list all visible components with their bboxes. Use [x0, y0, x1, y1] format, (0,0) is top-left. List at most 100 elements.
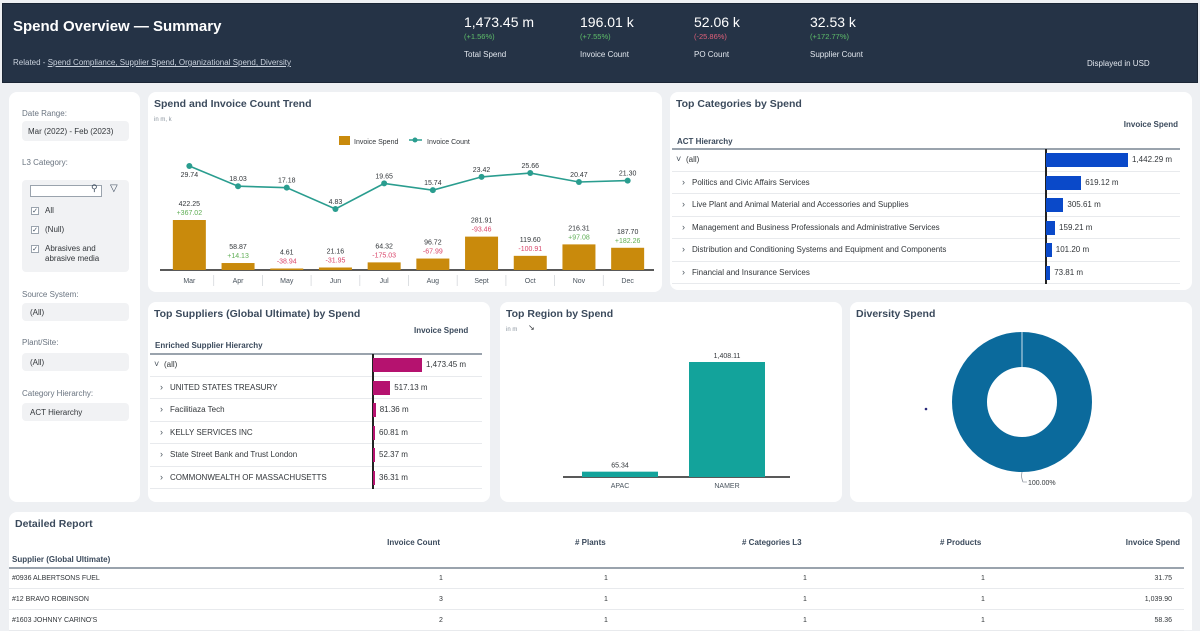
chevron-right-icon[interactable]: ›: [160, 472, 163, 482]
checkbox-checked-icon[interactable]: ✓: [31, 245, 39, 253]
value-bar[interactable]: [373, 403, 376, 418]
region-bar[interactable]: [689, 362, 765, 477]
count-point[interactable]: [332, 206, 339, 212]
value-bar[interactable]: [373, 380, 391, 395]
col-plants[interactable]: # Plants: [575, 538, 606, 547]
spend-bar[interactable]: [367, 262, 401, 270]
supplier-row[interactable]: › KELLY SERVICES INC 60.81 m: [150, 421, 482, 444]
count-point[interactable]: [283, 184, 290, 191]
supplier-row[interactable]: › COMMONWEALTH OF MASSACHUSETTS 36.31 m: [150, 466, 482, 489]
related-link[interactable]: Spend Compliance, Supplier Spend, Organi…: [48, 58, 291, 67]
checkbox-checked-icon[interactable]: ✓: [31, 226, 39, 234]
spend-bar[interactable]: [562, 244, 596, 270]
spend-bar[interactable]: [416, 258, 450, 270]
count-point[interactable]: [381, 180, 388, 187]
count-point[interactable]: [235, 183, 242, 190]
chevron-down-icon[interactable]: ˅: [676, 154, 681, 164]
value-bar[interactable]: [1046, 220, 1056, 235]
category-row[interactable]: ˅ (all) 1,442.29 m: [672, 149, 1180, 172]
checkbox-checked-icon[interactable]: ✓: [31, 207, 39, 215]
chevron-right-icon[interactable]: ›: [160, 382, 163, 392]
chevron-right-icon[interactable]: ›: [682, 244, 685, 254]
plant-site-select[interactable]: (All): [22, 353, 129, 371]
col-enriched-supplier-hierarchy[interactable]: Enriched Supplier Hierarchy: [155, 341, 263, 350]
chevron-right-icon[interactable]: ›: [682, 267, 685, 277]
count-label: 29.74: [181, 172, 199, 179]
kpi-label: Supplier Count: [810, 50, 863, 59]
kpi-value: 52.06 k: [694, 14, 740, 30]
value-bar[interactable]: [373, 425, 376, 440]
col-invoice-spend[interactable]: Invoice Spend: [1124, 120, 1178, 129]
value-bar[interactable]: [373, 448, 375, 463]
row-label: KELLY SERVICES INC: [170, 427, 253, 437]
value-bar[interactable]: [373, 358, 422, 373]
spend-bar[interactable]: [513, 255, 547, 270]
chevron-down-icon[interactable]: ˅: [154, 359, 159, 369]
col-products[interactable]: # Products: [940, 538, 981, 547]
count-point[interactable]: [624, 177, 631, 184]
category-row[interactable]: › Distribution and Conditioning Systems a…: [672, 239, 1180, 262]
value-cell: 1: [604, 575, 608, 582]
value-bar[interactable]: [1046, 198, 1064, 213]
x-tick-label: Jun: [330, 278, 341, 285]
count-point[interactable]: [575, 179, 582, 186]
x-tick-label: Nov: [573, 278, 586, 285]
count-point[interactable]: [429, 187, 436, 194]
col-supplier[interactable]: Supplier (Global Ultimate): [12, 555, 110, 564]
chevron-right-icon[interactable]: ›: [160, 449, 163, 459]
currency-note: Displayed in USD: [1087, 59, 1150, 68]
chevron-right-icon[interactable]: ›: [682, 199, 685, 209]
region-bar[interactable]: [582, 471, 658, 477]
col-invoice-count[interactable]: Invoice Count: [387, 538, 440, 547]
filter-funnel-icon[interactable]: ▽: [110, 183, 118, 194]
search-icon[interactable]: ⚲: [91, 183, 98, 194]
supplier-row[interactable]: › UNITED STATES TREASURY 517.13 m: [150, 376, 482, 399]
chevron-right-icon[interactable]: ›: [160, 427, 163, 437]
chevron-right-icon[interactable]: ›: [682, 222, 685, 232]
l3-option-all[interactable]: ✓ All: [31, 206, 54, 215]
x-tick-label: Apr: [233, 278, 245, 285]
supplier-row[interactable]: ˅ (all) 1,473.45 m: [150, 354, 482, 377]
spend-bar[interactable]: [318, 267, 352, 270]
source-system-select[interactable]: (All): [22, 303, 129, 321]
col-invoice-spend[interactable]: Invoice Spend: [414, 326, 468, 335]
date-range-select[interactable]: Mar (2022) - Feb (2023): [22, 121, 129, 141]
spend-bar[interactable]: [270, 268, 304, 271]
category-row[interactable]: › Financial and Insurance Services 73.81 m: [672, 261, 1180, 284]
count-point[interactable]: [527, 170, 534, 177]
category-row[interactable]: › Live Plant and Animal Material and Acce…: [672, 194, 1180, 217]
value-bar[interactable]: [1046, 243, 1052, 258]
l3-option-abrasives[interactable]: ✓ Abrasives and abrasive media: [31, 244, 121, 264]
count-point[interactable]: [186, 163, 193, 169]
report-row[interactable]: #1603 JOHNNY CARINO'S 2 1 1 1 58.36: [9, 610, 1184, 631]
kpi-po-count[interactable]: 52.06 k (-25.86%) PO Count: [694, 14, 740, 59]
value-bar[interactable]: [1046, 265, 1051, 280]
col-act-hierarchy[interactable]: ACT Hierarchy: [677, 137, 733, 146]
value-bar[interactable]: [373, 470, 375, 485]
legend-label-count: Invoice Count: [427, 139, 470, 146]
spend-bar[interactable]: [172, 220, 206, 270]
kpi-invoice-count[interactable]: 196.01 k (+7.55%) Invoice Count: [580, 14, 634, 59]
col-categories-l3[interactable]: # Categories L3: [742, 538, 802, 547]
spend-bar[interactable]: [465, 236, 499, 270]
supplier-row[interactable]: › State Street Bank and Trust London 52.37…: [150, 444, 482, 467]
spend-bar[interactable]: [611, 247, 645, 270]
kpi-supplier-count[interactable]: 32.53 k (+172.77%) Supplier Count: [810, 14, 863, 59]
chevron-right-icon[interactable]: ›: [160, 404, 163, 414]
report-row[interactable]: #0936 ALBERTSONS FUEL 1 1 1 1 31.75: [9, 568, 1184, 589]
count-point[interactable]: [478, 173, 485, 180]
col-invoice-spend[interactable]: Invoice Spend: [1126, 538, 1180, 547]
kpi-label: Invoice Count: [580, 50, 629, 59]
chevron-right-icon[interactable]: ›: [682, 177, 685, 187]
report-row[interactable]: #12 BRAVO ROBINSON 3 1 1 1 1,039.90: [9, 589, 1184, 610]
category-row[interactable]: › Politics and Civic Affairs Services 619.…: [672, 171, 1180, 194]
legend-marker-count: [412, 137, 418, 143]
category-row[interactable]: › Management and Business Professionals a…: [672, 216, 1180, 239]
kpi-total-spend[interactable]: 1,473.45 m (+1.56%) Total Spend: [464, 14, 534, 59]
value-bar[interactable]: [1046, 153, 1128, 168]
l3-option-null[interactable]: ✓ (Null): [31, 225, 64, 234]
supplier-row[interactable]: › Facilitiaza Tech 81.36 m: [150, 399, 482, 422]
value-bar[interactable]: [1046, 175, 1082, 190]
category-hierarchy-select[interactable]: ACT Hierarchy: [22, 403, 129, 421]
spend-bar[interactable]: [221, 263, 255, 270]
